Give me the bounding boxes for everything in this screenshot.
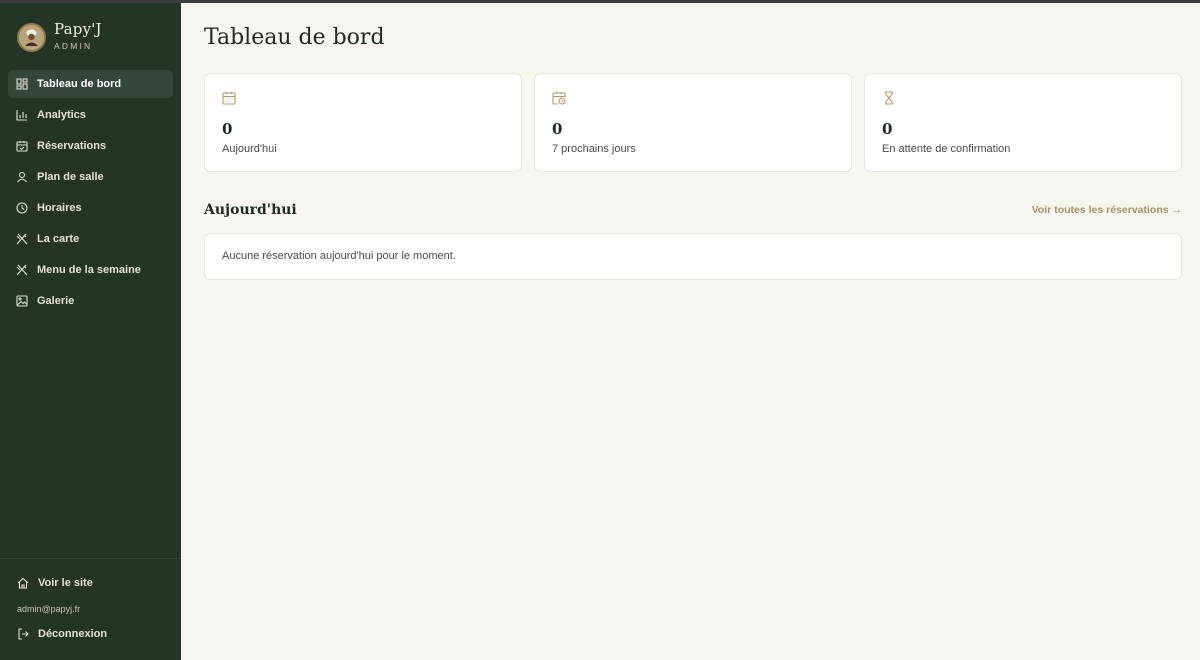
stat-value: 0	[882, 120, 893, 138]
sidebar-item-analytics[interactable]: Analytics	[8, 101, 173, 129]
avatar	[17, 22, 46, 52]
logout-button[interactable]: Déconnexion	[17, 628, 107, 640]
main-content: Tableau de bord 0 Aujourd'hui 0 7 procha…	[181, 3, 1200, 660]
stat-label: 7 prochains jours	[552, 143, 636, 155]
sidebar-divider	[0, 558, 181, 559]
hourglass-icon	[882, 91, 896, 105]
stat-label: Aujourd'hui	[222, 143, 277, 155]
sidebar-item-menu-card[interactable]: La carte	[8, 225, 173, 253]
brand-name: Papy'J	[54, 20, 102, 38]
empty-state-message: Aucune réservation aujourd'hui pour le m…	[222, 250, 456, 262]
sidebar-item-weekly-menu[interactable]: Menu de la semaine	[8, 256, 173, 284]
stat-card-next-7-days: 0 7 prochains jours	[534, 73, 852, 172]
user-icon	[16, 171, 28, 183]
user-email: admin@papyj.fr	[17, 604, 81, 614]
calendar-check-icon	[16, 140, 28, 152]
utensils-icon	[16, 233, 28, 245]
page-title: Tableau de bord	[204, 25, 385, 50]
sidebar-item-dashboard[interactable]: Tableau de bord	[8, 70, 173, 98]
today-section-title: Aujourd'hui	[204, 202, 297, 218]
chef-logo-icon	[19, 24, 44, 50]
sidebar-item-label: Tableau de bord	[37, 78, 122, 90]
sidebar-item-label: Plan de salle	[37, 171, 104, 183]
calendar-clock-icon	[552, 91, 566, 105]
today-reservations-card: Aucune réservation aujourd'hui pour le m…	[204, 233, 1182, 280]
stat-card-today: 0 Aujourd'hui	[204, 73, 522, 172]
bar-chart-icon	[16, 109, 28, 121]
logout-label: Déconnexion	[38, 628, 108, 640]
sidebar: Papy'J ADMIN Tableau de bord Analytics R…	[0, 3, 181, 660]
sidebar-item-label: Horaires	[37, 202, 82, 214]
sidebar-item-label: Réservations	[37, 140, 107, 152]
stat-label: En attente de confirmation	[882, 143, 1011, 155]
sidebar-item-floor-plan[interactable]: Plan de salle	[8, 163, 173, 191]
sidebar-item-label: Menu de la semaine	[37, 264, 141, 276]
stat-value: 0	[222, 120, 233, 138]
sidebar-item-label: Analytics	[37, 109, 86, 121]
sidebar-item-label: La carte	[37, 233, 80, 245]
utensils-icon	[16, 264, 28, 276]
calendar-icon	[222, 91, 236, 105]
sidebar-item-label: Galerie	[37, 295, 75, 307]
brand[interactable]: Papy'J ADMIN	[17, 20, 102, 52]
sidebar-item-reservations[interactable]: Réservations	[8, 132, 173, 160]
sidebar-item-hours[interactable]: Horaires	[8, 194, 173, 222]
logout-icon	[17, 628, 29, 640]
stat-card-pending: 0 En attente de confirmation	[864, 73, 1182, 172]
image-icon	[16, 295, 28, 307]
stat-value: 0	[552, 120, 563, 138]
sidebar-item-gallery[interactable]: Galerie	[8, 287, 173, 315]
brand-role: ADMIN	[54, 41, 93, 51]
view-site-label: Voir le site	[38, 577, 93, 589]
see-all-reservations-link[interactable]: Voir toutes les réservations →	[1032, 204, 1182, 216]
dashboard-icon	[16, 78, 28, 90]
sidebar-nav: Tableau de bord Analytics Réservations P…	[8, 70, 173, 318]
view-site-link[interactable]: Voir le site	[17, 577, 93, 589]
clock-icon	[16, 202, 28, 214]
home-icon	[17, 577, 29, 589]
